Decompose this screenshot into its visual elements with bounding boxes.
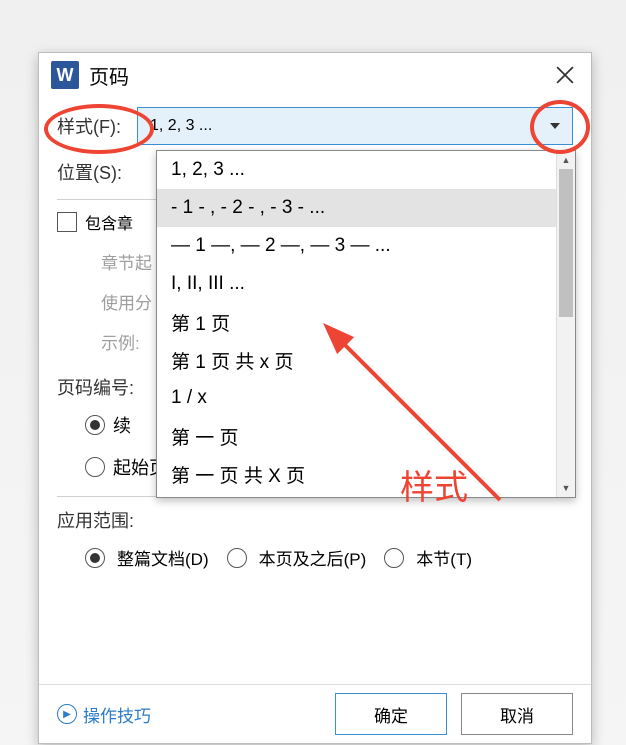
style-option-1[interactable]: - 1 - , - 2 - , - 3 - ... [157, 189, 575, 227]
dialog-title: 页码 [89, 61, 547, 90]
chapter-start-label: 章节起 [101, 244, 152, 284]
style-dropdown: 1, 2, 3 ...- 1 - , - 2 - , - 3 - ...— 1 … [156, 150, 576, 498]
style-option-0[interactable]: 1, 2, 3 ... [157, 151, 575, 189]
tips-link[interactable]: ▶ 操作技巧 [57, 702, 151, 727]
style-option-4[interactable]: 第 1 页 [157, 303, 575, 341]
style-dropdown-list: 1, 2, 3 ...- 1 - , - 2 - , - 3 - ...— 1 … [157, 151, 575, 497]
style-label: 样式(F): [57, 113, 137, 139]
word-app-icon: W [51, 61, 79, 89]
scroll-down-icon[interactable]: ▼ [557, 479, 575, 497]
scroll-up-icon[interactable]: ▲ [557, 151, 575, 169]
ok-label: 确定 [374, 702, 408, 727]
style-combobox[interactable]: 1, 2, 3 ... [137, 107, 573, 145]
scope-section-radio[interactable] [384, 548, 404, 568]
scope-section-label: 本节(T) [416, 545, 472, 570]
close-icon [556, 66, 574, 84]
tips-label: 操作技巧 [83, 702, 151, 727]
scope-from-radio[interactable] [227, 548, 247, 568]
start-at-radio[interactable] [85, 457, 105, 477]
scroll-track [557, 169, 575, 479]
scope-label: 应用范围: [57, 507, 573, 533]
chevron-down-icon [550, 123, 560, 129]
play-icon: ▶ [57, 704, 77, 724]
example-label: 示例: [101, 324, 140, 364]
scope-row: 整篇文档(D) 本页及之后(P) 本节(T) [85, 545, 573, 570]
style-option-5[interactable]: 第 1 页 共 x 页 [157, 341, 575, 379]
use-separator-label: 使用分 [101, 284, 152, 324]
style-option-2[interactable]: — 1 —, — 2 —, — 3 — ... [157, 227, 575, 265]
continue-label: 续 [113, 412, 131, 438]
position-label: 位置(S): [57, 159, 137, 185]
style-option-6[interactable]: 1 / x [157, 379, 575, 417]
cancel-button[interactable]: 取消 [461, 693, 573, 735]
dropdown-scrollbar[interactable]: ▲ ▼ [556, 151, 575, 497]
style-option-8[interactable]: 第 一 页 共 X 页 [157, 455, 575, 493]
include-chapter-label: 包含章 [85, 210, 133, 234]
style-option-3[interactable]: I, II, III ... [157, 265, 575, 303]
include-chapter-checkbox[interactable] [57, 212, 77, 232]
dialog-titlebar: W 页码 [39, 53, 591, 97]
continue-radio[interactable] [85, 415, 105, 435]
style-option-7[interactable]: 第 一 页 [157, 417, 575, 455]
ok-button[interactable]: 确定 [335, 693, 447, 735]
close-button[interactable] [547, 57, 583, 93]
style-value: 1, 2, 3 ... [150, 117, 212, 135]
scope-from-label: 本页及之后(P) [259, 545, 367, 570]
style-row: 样式(F): 1, 2, 3 ... [57, 107, 573, 145]
dialog-footer: ▶ 操作技巧 确定 取消 [39, 684, 591, 743]
style-option-9[interactable]: 1, 2, 3 ... [157, 493, 575, 497]
scroll-thumb[interactable] [559, 169, 573, 317]
scope-whole-radio[interactable] [85, 548, 105, 568]
cancel-label: 取消 [500, 702, 534, 727]
scope-whole-label: 整篇文档(D) [117, 545, 209, 570]
